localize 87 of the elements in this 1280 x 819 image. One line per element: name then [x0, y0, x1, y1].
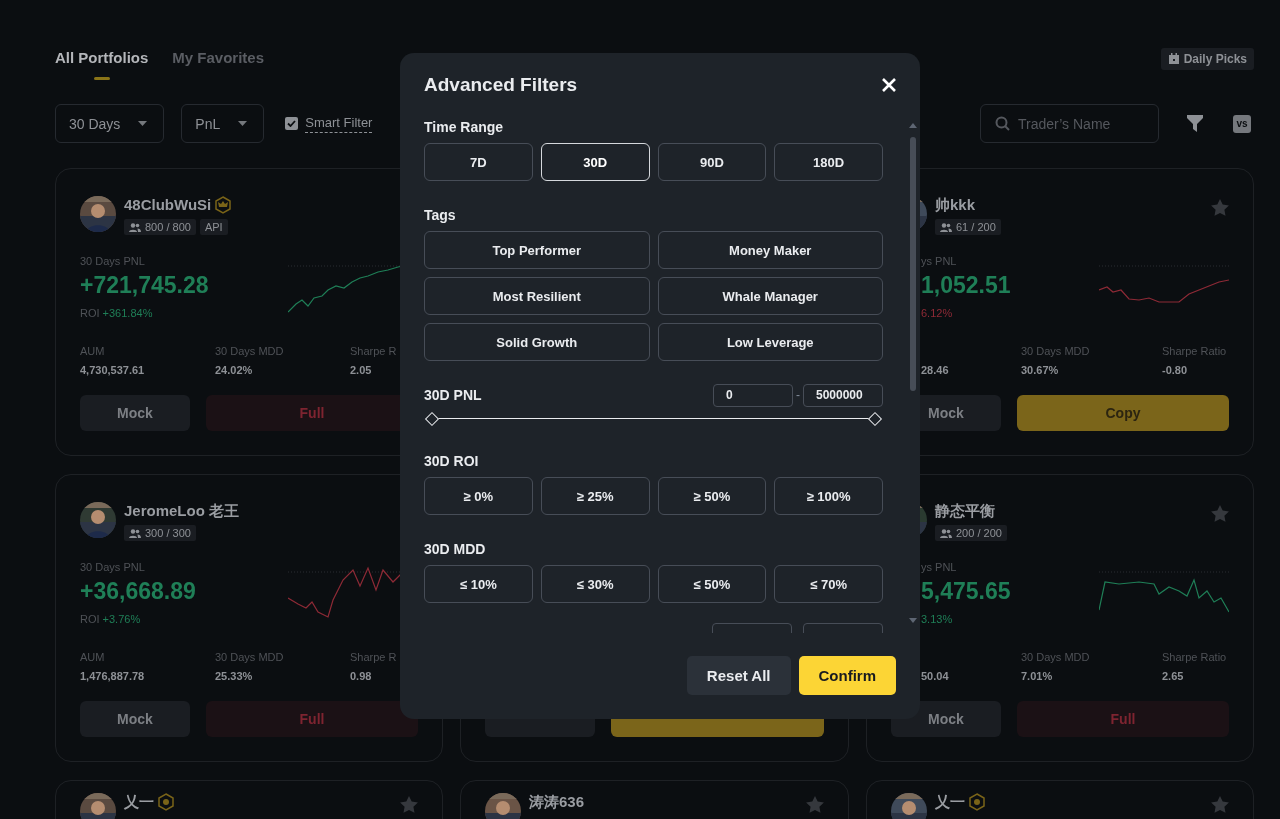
dialog-title: Advanced Filters	[424, 74, 578, 96]
trader-name: 帅kkk	[935, 196, 976, 214]
filter-option[interactable]: ≥ 50%	[657, 477, 767, 515]
filter-option[interactable]: ≥ 0%	[424, 477, 533, 515]
filter-option[interactable]: ≥ 100%	[774, 477, 883, 515]
stat-label: Sharpe R	[350, 344, 398, 358]
stat-value: 2.65	[1162, 669, 1185, 683]
pnl-value: 1,052.51	[921, 271, 1012, 300]
pnl-value: +36,668.89	[80, 577, 197, 606]
pnl-value: +721,745.28	[80, 271, 210, 300]
pnl-label: ys PNL	[921, 254, 958, 268]
dropdown[interactable]: PnL	[181, 104, 265, 143]
section-title: Time Range	[424, 119, 504, 135]
roi-label: ROI	[80, 306, 100, 320]
search-field[interactable]: Trader’s Name	[980, 104, 1159, 143]
trader-name: 乂一	[124, 793, 154, 811]
stat-label: 30 Days MDD	[1021, 650, 1091, 664]
filter-option[interactable]: ≤ 10%	[424, 565, 533, 603]
roi-value: +361.84%	[102, 306, 153, 320]
filter-option[interactable]: Low Leverage	[657, 323, 883, 361]
roi-value: 6.12%	[921, 306, 953, 320]
stat-value: 30.67%	[1021, 363, 1060, 377]
mock-button[interactable]: Mock	[80, 395, 190, 431]
stat-value: 2.05	[350, 363, 373, 377]
compare-button[interactable]: vs	[1233, 114, 1251, 133]
stat-label: 30 Days MDD	[215, 650, 285, 664]
stat-label: AUM	[80, 650, 106, 664]
filter-option[interactable]: ≤ 30%	[540, 565, 650, 603]
section-title: 30D ROI	[424, 453, 479, 469]
mock-button[interactable]: Mock	[80, 701, 190, 737]
filter-option[interactable]: ≤ 50%	[657, 565, 767, 603]
confirm-button[interactable]: Confirm	[798, 656, 896, 695]
pnl-label: ys PNL	[921, 560, 958, 574]
pnl-label: 30 Days PNL	[80, 560, 146, 574]
filter-option[interactable]: 180D	[774, 143, 883, 181]
filter-option[interactable]: Top Performer	[424, 231, 650, 269]
section-title: 30D MDD	[424, 541, 486, 557]
filter-option[interactable]: ≥ 25%	[540, 477, 650, 515]
filter-option[interactable]: 90D	[657, 143, 767, 181]
search-input[interactable]: Trader’s Name	[1018, 115, 1138, 132]
max-field[interactable]: 5000000	[803, 383, 883, 407]
stat-value: 1,476,887.78	[80, 669, 146, 683]
trader-name: 乂一	[935, 793, 965, 811]
stat-label: Sharpe Ratio	[1162, 344, 1228, 358]
range-separator: -	[796, 388, 800, 402]
stat-value: -0.80	[1162, 363, 1189, 377]
trader-name: 涛涛636	[529, 793, 585, 811]
followers-badge: 800 / 800	[124, 219, 196, 235]
filter-option[interactable]: 7D	[424, 143, 533, 181]
filter-option[interactable]: ≤ 70%	[774, 565, 883, 603]
dropdown[interactable]: 30 Days	[55, 104, 165, 143]
filter-option[interactable]: Solid Growth	[424, 323, 650, 361]
stat-value: 4,730,537.61	[80, 363, 146, 377]
filter-option[interactable]: 30D	[540, 143, 650, 181]
min-field[interactable]: 0	[713, 383, 793, 407]
daily-picks-button[interactable]: Daily Picks	[1160, 48, 1254, 70]
reset-button[interactable]: Reset All	[686, 656, 791, 695]
followers-badge: 300 / 300	[124, 525, 196, 541]
followers-badge: 61 / 200	[935, 219, 1001, 235]
pnl-label: 30 Days PNL	[80, 254, 146, 268]
api-tag: API	[199, 219, 228, 235]
roi-label: ROI	[80, 612, 100, 626]
stat-value: 28.46	[921, 363, 950, 377]
smart-filter-label: Smart Filter	[305, 114, 373, 133]
trader-name: 静态平衡	[935, 502, 995, 520]
tab[interactable]: All Portfolios	[55, 45, 149, 80]
stat-value: 0.98	[350, 669, 373, 683]
filter-option[interactable]: Money Maker	[657, 231, 883, 269]
pnl-value: 5,475.65	[921, 577, 1012, 606]
stat-value: 24.02%	[215, 363, 254, 377]
trader-name: JeromeLoo 老王	[124, 502, 240, 520]
stat-label: Sharpe R	[350, 650, 398, 664]
followers-badge: 200 / 200	[935, 525, 1007, 541]
stat-label: AUM	[80, 344, 106, 358]
stat-label: Sharpe Ratio	[1162, 650, 1228, 664]
stat-value: 7.01%	[1021, 669, 1054, 683]
roi-value: 3.13%	[921, 612, 953, 626]
stat-value: 50.04	[921, 669, 950, 683]
section-title: Tags	[424, 207, 456, 223]
section-title: 30D PNL	[424, 387, 482, 403]
roi-value: +3.76%	[102, 612, 141, 626]
stat-value: 25.33%	[215, 669, 254, 683]
stat-label: 30 Days MDD	[215, 344, 285, 358]
filter-option[interactable]: Most Resilient	[424, 277, 650, 315]
stat-label: 30 Days MDD	[1021, 344, 1091, 358]
trader-name: 48ClubWuSi	[124, 196, 212, 214]
filter-option[interactable]: Whale Manager	[657, 277, 883, 315]
